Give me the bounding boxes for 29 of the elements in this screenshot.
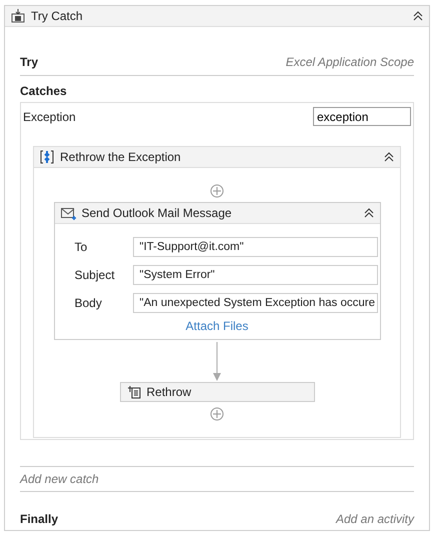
input-field[interactable]: "System Error" xyxy=(132,265,378,285)
attach-files-link[interactable]: Attach Files xyxy=(186,319,248,333)
try-placeholder[interactable]: Excel Application Scope xyxy=(286,55,414,69)
add-catch-link[interactable]: Add new catch xyxy=(20,472,99,486)
connector-arrow xyxy=(212,342,222,382)
catches-label: Catches xyxy=(20,84,67,98)
mail-title: Send Outlook Mail Message xyxy=(82,206,232,220)
input-field[interactable]: "An unexpected System Exception has occure xyxy=(132,293,378,313)
input-field[interactable]: "IT-Support@it.com" xyxy=(132,237,378,257)
collapse-icon[interactable] xyxy=(384,152,394,162)
finally-placeholder[interactable]: Add an activity xyxy=(336,512,414,526)
finally-label: Finally xyxy=(20,512,58,526)
sequence-icon xyxy=(40,150,54,164)
add-icon[interactable] xyxy=(210,407,224,421)
sequence-title: Rethrow the Exception xyxy=(60,150,181,164)
add-icon[interactable] xyxy=(210,184,224,198)
field-label: To xyxy=(74,240,88,254)
collapse-icon[interactable] xyxy=(413,11,423,21)
activity-icon xyxy=(11,9,25,23)
collapse-icon[interactable] xyxy=(364,208,374,218)
activity-title: Try Catch xyxy=(31,9,84,23)
try-label: Try xyxy=(20,55,38,69)
field-label: Body xyxy=(74,296,103,310)
field-label: Subject xyxy=(74,268,116,282)
exception-field[interactable]: exception xyxy=(313,107,411,126)
rethrow-activity[interactable]: Rethrow xyxy=(120,382,314,402)
envelope-icon xyxy=(60,206,76,220)
exception-label: Exception xyxy=(23,110,76,124)
rethrow-icon xyxy=(126,385,140,399)
